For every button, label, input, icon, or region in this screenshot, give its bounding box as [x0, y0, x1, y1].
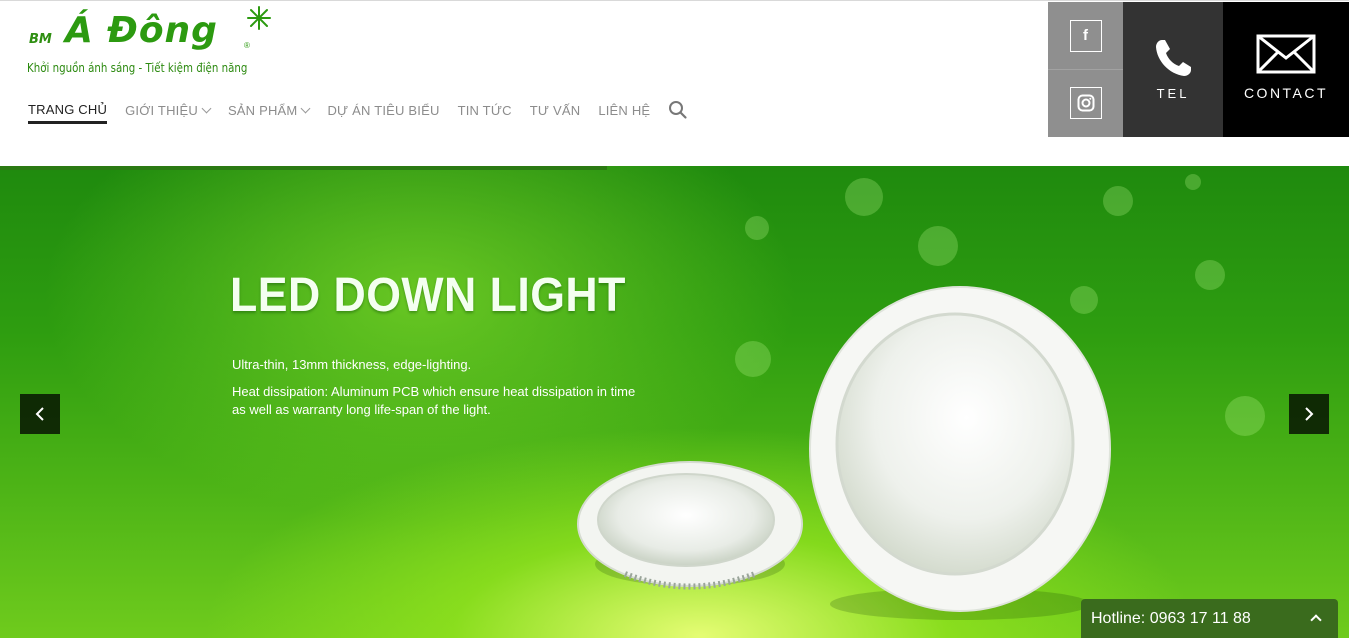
site-header: BM Á Đông ® Khởi nguồn ánh sáng - Tiết k…	[0, 0, 1349, 166]
bokeh-decoration	[1195, 260, 1225, 290]
chevron-down-icon	[301, 103, 311, 113]
nav-item-contact[interactable]: LIÊN HỆ	[598, 99, 650, 121]
nav-item-label: TRANG CHỦ	[28, 102, 108, 117]
nav-item-label: LIÊN HỆ	[598, 102, 651, 118]
slider-prev-button[interactable]	[20, 394, 60, 434]
site-logo[interactable]: BM Á Đông ® Khởi nguồn ánh sáng - Tiết k…	[27, 6, 287, 83]
facebook-glyph: f	[1083, 27, 1088, 44]
logo-prefix: BM	[29, 32, 52, 47]
nav-item-about[interactable]: GIỚI THIỆU	[125, 99, 212, 121]
instagram-glyph	[1077, 94, 1094, 112]
phone-icon	[1156, 40, 1191, 76]
facebook-link[interactable]: f	[1048, 2, 1123, 69]
nav-item-label: TƯ VẤN	[529, 102, 581, 118]
bokeh-decoration	[735, 341, 771, 377]
nav-item-news[interactable]: TIN TỨC	[458, 99, 512, 121]
hotline-bar[interactable]: Hotline: 0963 17 11 88	[1081, 599, 1338, 638]
sparkle-icon	[247, 6, 271, 30]
chevron-down-icon	[201, 103, 212, 113]
nav-item-products[interactable]: SẢN PHẨM	[227, 99, 311, 121]
bokeh-decoration	[845, 178, 883, 216]
nav-item-label: SẢN PHẨM	[227, 102, 298, 118]
bokeh-decoration	[1225, 396, 1265, 436]
chevron-right-icon	[1305, 407, 1314, 421]
bokeh-decoration	[745, 216, 769, 240]
nav-item-projects[interactable]: DỰ ÁN TIÊU BIỂU	[327, 99, 439, 121]
small-downlight-image	[577, 461, 803, 590]
social-links: f	[1048, 2, 1123, 137]
hero-slider: LED DOWN LIGHT Ultra-thin, 13mm thicknes…	[0, 166, 1349, 638]
instagram-link[interactable]	[1048, 69, 1123, 136]
nav-item-label: GIỚI THIỆU	[125, 102, 198, 118]
chevron-left-icon	[35, 407, 44, 421]
logo-brand: Á Đông	[65, 10, 218, 51]
nav-item-label: TIN TỨC	[457, 102, 512, 118]
slide-feature-thickness: Ultra-thin, 13mm thickness, edge-lightin…	[232, 357, 472, 372]
bokeh-decoration	[1103, 186, 1133, 216]
search-icon[interactable]	[668, 100, 688, 120]
logo-slogan: Khởi nguồn ánh sáng - Tiết kiệm điện năn…	[27, 60, 248, 75]
contact-button[interactable]: CONTACT	[1223, 2, 1349, 137]
tel-button[interactable]: TEL	[1123, 2, 1223, 137]
tel-label: TEL	[1156, 86, 1190, 101]
slider-next-button[interactable]	[1289, 394, 1329, 434]
logo-registered-mark: ®	[244, 41, 250, 50]
nav-item-label: DỰ ÁN TIÊU BIỂU	[327, 102, 440, 118]
slider-progress-line	[0, 166, 607, 170]
nav-item-home[interactable]: TRANG CHỦ	[28, 99, 108, 124]
bokeh-decoration	[918, 226, 958, 266]
bokeh-decoration	[1185, 174, 1201, 190]
main-nav: TRANG CHỦ GIỚI THIỆU SẢN PHẨM DỰ ÁN TIÊU…	[28, 99, 688, 127]
instagram-icon	[1069, 87, 1102, 119]
facebook-icon: f	[1069, 19, 1102, 52]
slide-feature-heat: Heat dissipation: Aluminum PCB which ens…	[232, 384, 636, 417]
contact-label: CONTACT	[1243, 85, 1329, 101]
slide-headline: LED DOWN LIGHT	[230, 269, 626, 322]
hotline-text: Hotline: 0963 17 11 88	[1091, 609, 1251, 627]
nav-item-consulting[interactable]: TƯ VẤN	[530, 99, 581, 121]
chevron-up-icon	[1310, 614, 1322, 626]
large-downlight-image	[809, 286, 1111, 620]
envelope-icon	[1256, 34, 1316, 74]
